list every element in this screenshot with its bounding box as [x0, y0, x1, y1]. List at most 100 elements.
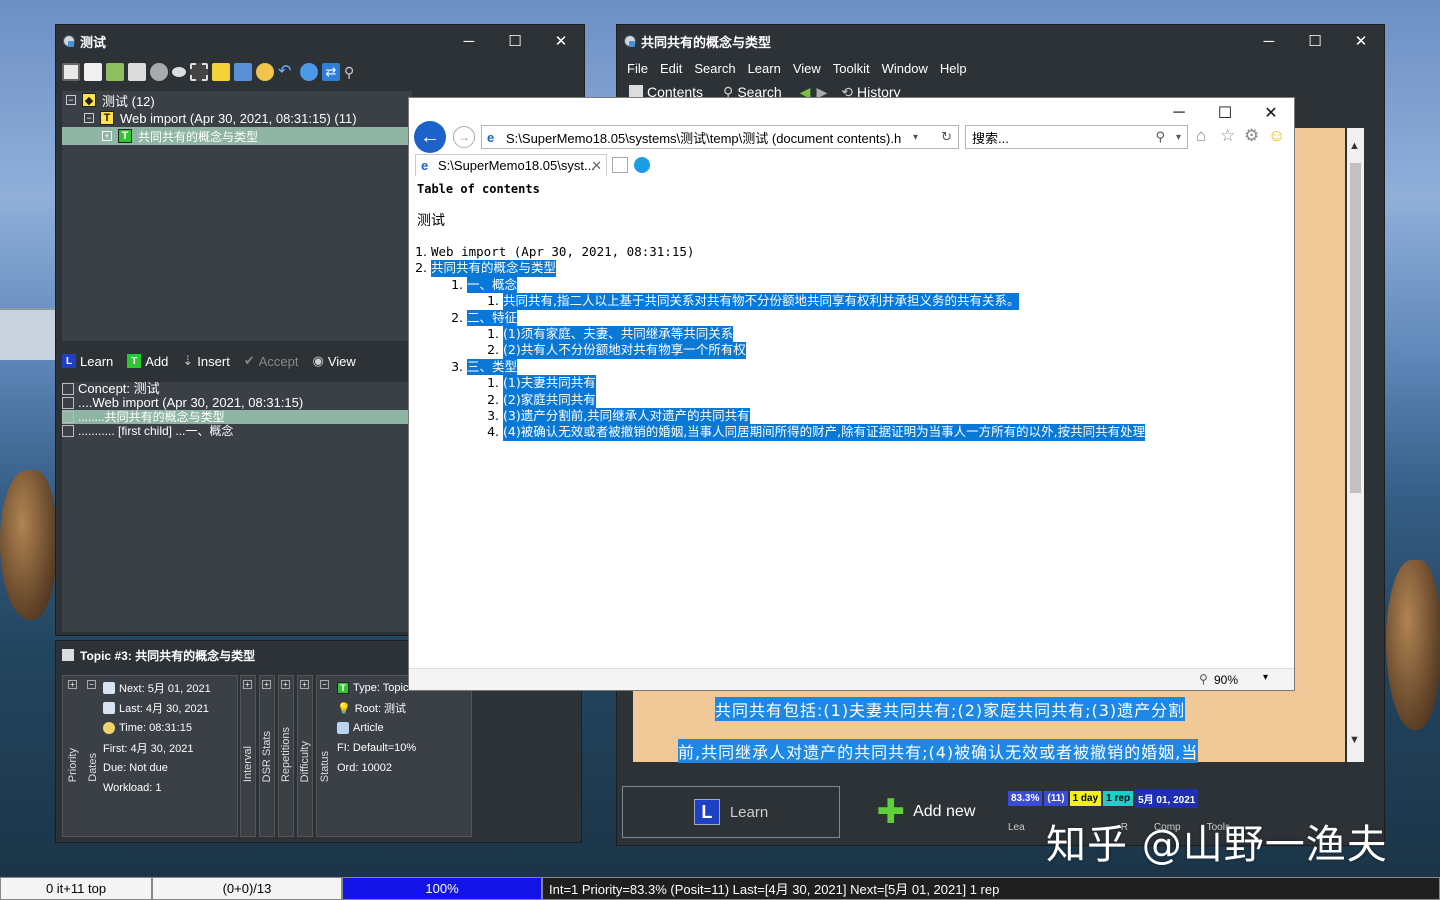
tree-window-titlebar[interactable]: 测试 ─ ☐ ✕ [56, 25, 584, 57]
sub-learn-label[interactable]: Lea [1008, 822, 1025, 833]
collapse-toggle[interactable]: − [84, 113, 94, 123]
content-scrollbar[interactable]: ▲ ▼ [1347, 128, 1364, 762]
search-input[interactable]: 搜索... ⚲ ▾ [965, 125, 1188, 149]
insert-action[interactable]: ⇣ Insert [182, 353, 229, 369]
toc-item[interactable]: 2. 二、特征 [417, 309, 1287, 326]
toc-item[interactable]: 4. (4)被确认无效或者被撤销的婚姻,当事人同居期间所得的财产,除有证据证明为当… [417, 424, 1287, 441]
maximize-button[interactable]: ☐ [492, 25, 538, 57]
expand-toggle[interactable]: + [68, 680, 77, 689]
address-bar[interactable]: e S:\SuperMemo18.05\systems\测试\temp\测试 (… [481, 125, 959, 149]
search-icon[interactable]: ⚲ [1155, 129, 1165, 145]
menu-view[interactable]: View [793, 61, 821, 76]
table-icon[interactable] [84, 63, 102, 81]
search-icon[interactable]: ⚲ [344, 63, 362, 81]
home-icon[interactable]: ⌂ [1196, 126, 1206, 146]
list-item[interactable]: ........... [first child] ...一、概念 [62, 424, 412, 438]
address-dropdown-icon[interactable]: ▾ [913, 132, 918, 143]
toc-item[interactable]: 1. (1)须有家庭、夫妻、共同继承等共同关系 [417, 325, 1287, 343]
paste-icon[interactable] [128, 63, 146, 81]
menu-learn[interactable]: Learn [748, 61, 781, 76]
scroll-thumb[interactable] [1350, 163, 1361, 493]
zoom-level[interactable]: 90% [1214, 673, 1238, 687]
back-button[interactable]: ← [414, 121, 446, 153]
menu-edit[interactable]: Edit [660, 61, 682, 76]
forward-button[interactable]: → [453, 126, 475, 148]
workload-row: Workload: 1 [103, 778, 211, 798]
scroll-up-icon[interactable]: ▲ [1349, 140, 1360, 152]
toc-item[interactable]: 2. 共同共有的概念与类型 [415, 260, 1287, 277]
list-icon[interactable] [62, 63, 80, 81]
toc-item[interactable]: 1. (1)夫妻共同共有 [417, 375, 1287, 392]
settings-icon[interactable]: ⚙ [1244, 126, 1259, 146]
smiley-icon[interactable]: ☺ [1268, 126, 1285, 146]
list-item[interactable]: ....Web import (Apr 30, 2021, 08:31:15) [62, 396, 412, 410]
menu-window[interactable]: Window [882, 61, 928, 76]
favorites-icon[interactable]: ☆ [1220, 126, 1235, 146]
toc-item[interactable]: 3. (3)遗产分割前,共同继承人对遗产的共同共有 [417, 407, 1287, 425]
browser-tab[interactable]: e S:\SuperMemo18.05\syst... ✕ [415, 154, 607, 176]
view-action[interactable]: ◉ View [312, 353, 355, 369]
learn-action[interactable]: L Learn [62, 354, 113, 369]
list-item[interactable]: Concept: 测试 [62, 382, 412, 396]
info-icon[interactable] [300, 63, 318, 81]
collapse-toggle[interactable]: − [87, 680, 96, 689]
collapse-toggle[interactable]: − [66, 95, 76, 105]
toc-item[interactable]: 3. 三、类型 [417, 358, 1287, 376]
expand-toggle[interactable]: + [243, 680, 252, 689]
minimize-button[interactable]: ─ [1156, 98, 1202, 128]
refresh-icon[interactable]: ↻ [941, 129, 952, 145]
first-date-row: First: 4月 30, 2021 [103, 738, 211, 758]
tree-node-topic-selected[interactable]: + T 共同共有的概念与类型 [62, 127, 412, 145]
menu-help[interactable]: Help [940, 61, 967, 76]
content-line: 前,共同继承人对遗产的共同共有;(4)被确认无效或者被撤销的婚姻,当 [678, 739, 1199, 763]
maximize-button[interactable]: ☐ [1292, 25, 1338, 57]
eye-icon[interactable] [172, 67, 186, 77]
toc-item[interactable]: 1. 一、概念 [417, 276, 1287, 294]
close-button[interactable]: ✕ [1248, 98, 1294, 128]
expand-toggle[interactable]: + [262, 680, 271, 689]
cd-icon[interactable] [256, 63, 274, 81]
add-new-button[interactable]: ✚ Add new [846, 786, 1006, 838]
close-button[interactable]: ✕ [1338, 25, 1384, 57]
maximize-button[interactable]: ☐ [1202, 98, 1248, 128]
expand-toggle[interactable]: + [281, 680, 290, 689]
tab-close-icon[interactable]: ✕ [591, 158, 602, 174]
add-action[interactable]: T Add [127, 354, 168, 369]
back-arrow-icon: ← [420, 125, 440, 148]
toc-item[interactable]: 1. 共同共有,指二人以上基于共同关系对共有物不分份额地共同享有权利并承担义务的共… [417, 293, 1287, 310]
menu-file[interactable]: File [627, 61, 648, 76]
learn-button[interactable]: L Learn [622, 786, 840, 838]
save-icon[interactable] [234, 63, 252, 81]
new-tab-icon[interactable] [612, 157, 628, 173]
checkbox[interactable] [62, 383, 74, 395]
list-item-selected[interactable]: ........共同共有的概念与类型 [62, 410, 412, 424]
export-icon[interactable] [212, 63, 230, 81]
toc-item[interactable]: 2. (2)家庭共同共有 [417, 391, 1287, 408]
search-dropdown-icon[interactable]: ▾ [1176, 132, 1181, 143]
tree-node-root[interactable]: − ◆ 测试 (12) [62, 91, 412, 109]
checkbox[interactable] [62, 411, 74, 423]
close-button[interactable]: ✕ [538, 25, 584, 57]
sync-icon[interactable]: ⇄ [322, 63, 340, 81]
toc-item[interactable]: 1. Web import (Apr 30, 2021, 08:31:15) [415, 244, 1287, 260]
accept-action[interactable]: ✔ Accept [244, 353, 299, 369]
checkbox[interactable] [62, 425, 74, 437]
film-icon[interactable] [190, 63, 208, 81]
binoculars-icon[interactable] [150, 63, 168, 81]
minimize-button[interactable]: ─ [1246, 25, 1292, 57]
expand-toggle[interactable]: + [102, 131, 112, 141]
scroll-down-icon[interactable]: ▼ [1349, 734, 1360, 746]
toc-item[interactable]: 2. (2)共有人不分份额地对共有物享一个所有权 [417, 342, 1287, 359]
tree-node-web-import[interactable]: − T Web import (Apr 30, 2021, 08:31:15) … [62, 109, 412, 127]
collapse-toggle[interactable]: − [320, 680, 329, 689]
menu-toolkit[interactable]: Toolkit [833, 61, 870, 76]
expand-toggle[interactable]: + [300, 680, 309, 689]
minimize-button[interactable]: ─ [446, 25, 492, 57]
checkbox[interactable] [62, 397, 74, 409]
edge-icon[interactable] [634, 157, 650, 173]
zoom-dropdown-icon[interactable]: ▾ [1263, 672, 1268, 683]
element-titlebar[interactable]: 共同共有的概念与类型 ─ ☐ ✕ [617, 25, 1384, 57]
undo-icon[interactable]: ↶ [278, 63, 296, 81]
copy-icon[interactable] [106, 63, 124, 81]
menu-search[interactable]: Search [694, 61, 735, 76]
